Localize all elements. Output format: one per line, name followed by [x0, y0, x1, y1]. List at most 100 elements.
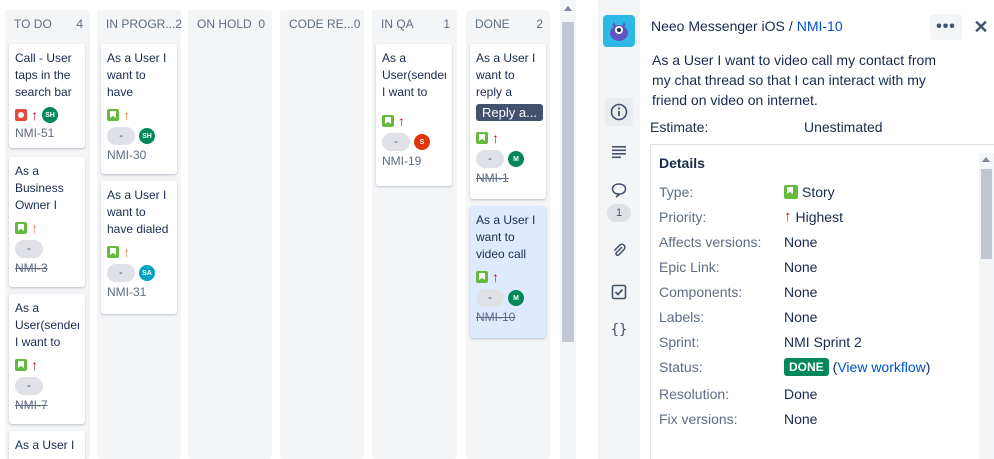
affects-versions-value[interactable]: None	[784, 234, 817, 250]
column-title: CODE RE...	[289, 17, 354, 31]
avatar: SA	[139, 265, 155, 281]
scroll-up-arrow-icon[interactable]	[564, 6, 572, 11]
project-name-link[interactable]: Neeo Messenger iOS	[651, 18, 785, 34]
card-key[interactable]: NMI-3	[15, 261, 79, 275]
components-value[interactable]: None	[784, 284, 817, 300]
fix-versions-value[interactable]: None	[784, 411, 817, 427]
monster-icon	[610, 22, 628, 41]
column-count: 1	[443, 17, 450, 31]
attachment-icon[interactable]	[605, 236, 633, 264]
fix-versions-label: Fix versions:	[659, 411, 738, 427]
card-nmi-31[interactable]: As a User I want to have dialed ↑ - SA N…	[101, 181, 177, 314]
priority-value[interactable]: ↑ Highest	[784, 209, 843, 225]
priority-highest-icon: ↑	[31, 107, 38, 123]
labels-label: Labels:	[659, 309, 705, 325]
issue-key-link[interactable]: NMI-10	[797, 18, 843, 34]
detail-rail: 1 {}	[598, 0, 640, 459]
card-nmi-51[interactable]: Call - User taps in the search bar ↑ SH …	[9, 44, 85, 148]
details-section: Details Type: Story Priority: ↑ Highest …	[650, 144, 994, 459]
card-summary: As a User I want to have dialed	[107, 188, 169, 236]
story-icon	[107, 246, 119, 258]
story-icon	[476, 132, 488, 144]
detail-scrollbar[interactable]	[979, 153, 994, 459]
card-nmi-10[interactable]: As a User I want to video call ↑ - M NMI…	[470, 206, 546, 338]
card-key[interactable]: NMI-7	[15, 398, 79, 412]
column-in-qa: IN QA 1 As a User(sender) I want to ↑ - S…	[372, 10, 457, 459]
scroll-up-arrow-icon[interactable]	[982, 157, 990, 162]
project-avatar[interactable]	[603, 15, 635, 47]
column-count: 2	[536, 17, 543, 31]
issue-detail-panel: 1 {} Neeo Messenger iOS / NMI-10 ••• ✕ As …	[598, 0, 994, 459]
priority-highest-icon: ↑	[492, 130, 499, 146]
estimate-pill: -	[382, 133, 410, 151]
code-braces-icon[interactable]: {}	[605, 316, 633, 344]
card-partial[interactable]: As a User I	[9, 431, 85, 459]
checklist-icon[interactable]	[605, 278, 633, 306]
more-actions-button[interactable]: •••	[930, 14, 962, 40]
epic-link-value[interactable]: None	[784, 259, 817, 275]
estimate-pill: -	[107, 264, 135, 282]
status-lozenge[interactable]: DONE	[784, 358, 829, 376]
comment-count-badge: 1	[607, 204, 631, 222]
priority-medium-icon: ↑	[123, 107, 130, 123]
estimate-pill: -	[476, 150, 504, 168]
estimate-value[interactable]: Unestimated	[804, 119, 883, 135]
sprint-value[interactable]: NMI Sprint 2	[784, 334, 862, 350]
issue-summary[interactable]: As a User I want to video call my contac…	[652, 50, 952, 110]
column-count: 0	[353, 17, 361, 31]
story-icon	[15, 359, 27, 371]
close-icon[interactable]: ✕	[972, 14, 990, 40]
board: TO DO 4 Call - User taps in the search ba…	[0, 0, 578, 459]
column-title: DONE	[475, 17, 510, 31]
estimate-pill: -	[107, 127, 135, 145]
card-key[interactable]: NMI-1	[476, 171, 540, 185]
story-icon	[15, 222, 27, 234]
board-scrollbar[interactable]	[560, 0, 576, 459]
card-nmi-7[interactable]: As a User(sender) I want to ↑ - NMI-7	[9, 294, 85, 424]
status-value: DONE (View workflow)	[784, 358, 930, 376]
epic-label: Reply a...	[476, 104, 543, 121]
story-icon	[382, 115, 394, 127]
column-code-review: CODE RE... 0	[280, 10, 364, 459]
card-key[interactable]: NMI-10	[476, 310, 540, 324]
bug-icon	[15, 109, 27, 121]
estimate-pill: -	[15, 240, 43, 258]
description-icon[interactable]	[605, 138, 633, 166]
breadcrumb: Neeo Messenger iOS / NMI-10	[651, 18, 843, 34]
card-key[interactable]: NMI-19	[382, 154, 446, 168]
card-summary: As a User I	[15, 438, 75, 452]
type-value[interactable]: Story	[784, 184, 835, 200]
column-todo: TO DO 4 Call - User taps in the search ba…	[5, 10, 90, 459]
column-title: ON HOLD	[197, 17, 252, 31]
card-summary: As a Business Owner I	[15, 164, 64, 212]
card-summary: As a User I want to have missed	[107, 51, 167, 99]
column-count: 2	[175, 17, 183, 31]
column-in-progress: IN PROGR...2 As a User I want to have mi…	[97, 10, 183, 459]
priority-highest-icon: ↑	[398, 113, 405, 129]
affects-versions-label: Affects versions:	[659, 234, 762, 250]
view-workflow-link[interactable]: View workflow	[837, 359, 925, 375]
sprint-label: Sprint:	[659, 334, 700, 350]
column-count: 0	[258, 17, 265, 31]
card-nmi-3[interactable]: As a Business Owner I ↑ - NMI-3	[9, 157, 85, 287]
info-icon[interactable]	[605, 98, 633, 126]
card-nmi-1[interactable]: As a User I want to reply a Reply a... ↑…	[470, 44, 546, 199]
estimate-pill: -	[476, 289, 504, 307]
priority-highest-icon: ↑	[492, 269, 499, 285]
card-summary: As a User I want to reply a	[476, 51, 536, 99]
resolution-value[interactable]: Done	[784, 386, 817, 402]
card-nmi-19[interactable]: As a User(sender) I want to ↑ - S NMI-19	[376, 44, 452, 186]
labels-value[interactable]: None	[784, 309, 817, 325]
card-key[interactable]: NMI-30	[107, 148, 171, 162]
comment-icon[interactable]	[605, 176, 633, 204]
column-done: DONE 2 As a User I want to reply a Reply …	[466, 10, 550, 459]
priority-label: Priority:	[659, 209, 707, 225]
priority-highest-icon: ↑	[31, 357, 38, 373]
scrollbar-thumb[interactable]	[562, 22, 574, 342]
card-key[interactable]: NMI-31	[107, 285, 171, 299]
card-key[interactable]: NMI-51	[15, 126, 79, 140]
card-nmi-30[interactable]: As a User I want to have missed ↑ - SH N…	[101, 44, 177, 174]
scrollbar-thumb[interactable]	[981, 169, 992, 259]
priority-medium-icon: ↑	[123, 244, 130, 260]
story-icon	[107, 109, 119, 121]
